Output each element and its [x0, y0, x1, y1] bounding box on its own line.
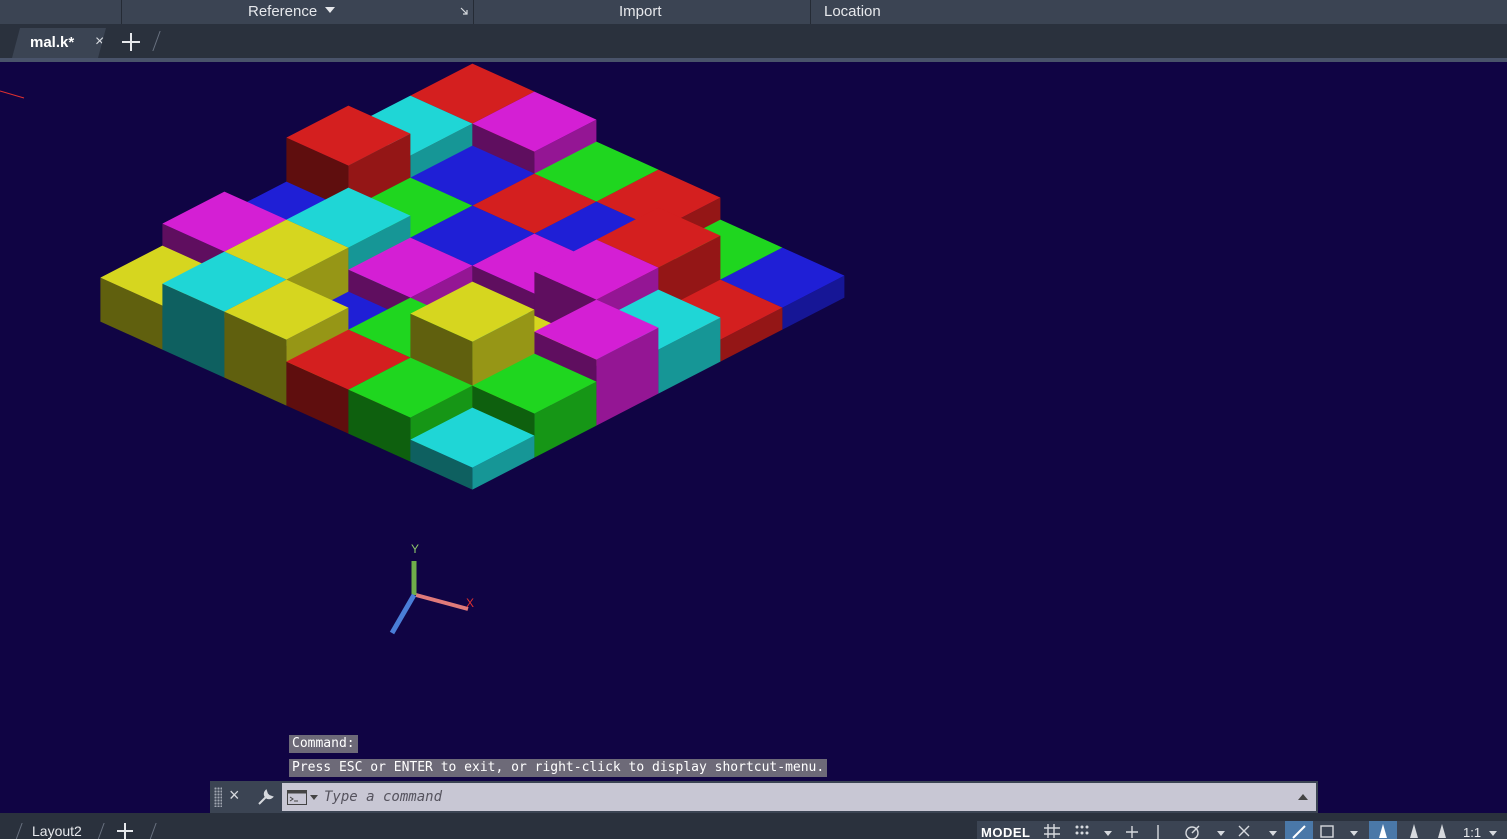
ribbon-panel-label: Import — [619, 3, 662, 20]
chevron-down-icon[interactable] — [1217, 831, 1225, 836]
drawing-viewport[interactable]: X Y — [0, 62, 1507, 813]
new-tab-plus-icon[interactable] — [120, 31, 142, 53]
auto-scale-icon[interactable] — [1433, 822, 1451, 839]
snap-icon[interactable] — [1073, 822, 1091, 839]
document-tab-mal[interactable]: mal.k* × — [12, 28, 106, 58]
annotation-scale-label[interactable]: 1:1 — [1463, 825, 1481, 839]
close-icon[interactable]: × — [229, 785, 240, 806]
command-history-line: Press ESC or ENTER to exit, or right-cli… — [289, 759, 828, 777]
command-input-wrapper — [282, 783, 1316, 811]
ribbon-panel-label: Location — [824, 3, 881, 20]
autocad-window: Reference Import Location mal.k* × X Y C… — [0, 0, 1507, 839]
ribbon-panel-location[interactable]: Location — [824, 0, 881, 24]
ucs-icon: X Y — [389, 542, 474, 635]
ribbon-panel-label: Reference — [248, 3, 318, 20]
chevron-down-icon[interactable] — [310, 795, 318, 800]
status-toolbar: MODEL 1:1 — [977, 821, 1507, 839]
ucs-x-label: X — [466, 596, 474, 610]
osnap-icon[interactable] — [1235, 822, 1253, 839]
document-tab-label: mal.k* — [30, 34, 75, 51]
chevron-down-icon[interactable] — [1104, 831, 1112, 836]
ribbon-panel-import[interactable]: Import — [619, 0, 662, 24]
status-bar: Layout2 MODEL 1:1 — [0, 813, 1507, 839]
command-line: × — [210, 781, 1318, 813]
ribbon-panel-titles: Reference Import Location — [0, 0, 1507, 24]
chevron-down-icon[interactable] — [1489, 831, 1497, 836]
wrench-icon[interactable] — [256, 787, 276, 807]
annotation-visibility-icon[interactable] — [1405, 822, 1423, 839]
3d-block-model — [100, 63, 845, 490]
chevron-up-icon[interactable] — [1298, 794, 1308, 800]
ortho-icon[interactable] — [1123, 822, 1141, 839]
tab-separator — [148, 823, 157, 839]
lineweight-icon — [1292, 825, 1306, 839]
polar-icon[interactable] — [1183, 822, 1201, 839]
command-input[interactable] — [324, 786, 1284, 808]
close-icon[interactable]: × — [95, 33, 104, 51]
chevron-down-icon[interactable] — [1269, 831, 1277, 836]
new-layout-plus-icon[interactable] — [116, 823, 134, 839]
ribbon-panel-reference[interactable]: Reference — [248, 0, 336, 24]
ucs-y-label: Y — [411, 542, 419, 556]
chevron-down-icon — [325, 7, 336, 13]
grid-icon[interactable] — [1043, 822, 1061, 839]
chevron-down-icon[interactable] — [1350, 831, 1358, 836]
document-tab-bar: mal.k* × — [0, 24, 1507, 58]
command-prompt-icon[interactable] — [287, 790, 307, 805]
stray-line — [0, 90, 25, 99]
dialog-launcher-icon[interactable] — [460, 7, 469, 16]
annotation-icon — [1379, 824, 1387, 838]
ribbon-separator — [473, 0, 474, 24]
tab-separator — [152, 31, 161, 51]
drag-handle-icon[interactable] — [214, 787, 222, 807]
workspace-icon[interactable] — [1319, 822, 1337, 839]
isodraft-icon[interactable] — [1149, 822, 1167, 839]
ribbon-separator — [810, 0, 811, 24]
tab-separator — [14, 823, 23, 839]
layout-tab-layout2[interactable]: Layout2 — [32, 823, 82, 839]
tab-separator — [96, 823, 105, 839]
ribbon-separator — [121, 0, 122, 24]
command-history-line: Command: — [289, 735, 358, 753]
model-space-button[interactable]: MODEL — [981, 825, 1030, 839]
